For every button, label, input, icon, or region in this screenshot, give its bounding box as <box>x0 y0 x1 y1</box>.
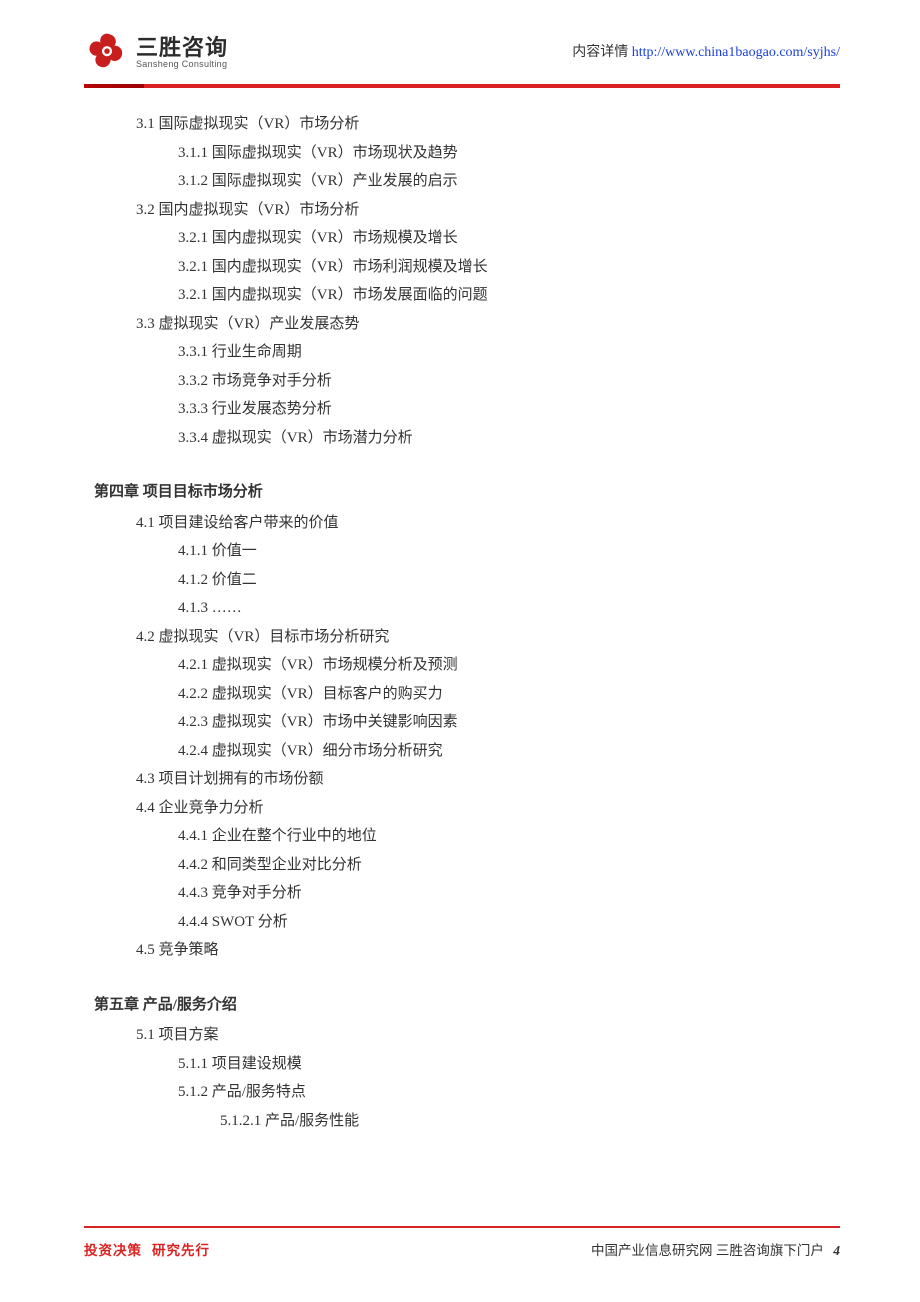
toc-entry: 4.2.1 虚拟现实（VR）市场规模分析及预测 <box>178 651 840 680</box>
toc-entry: 3.2.1 国内虚拟现实（VR）市场发展面临的问题 <box>178 281 840 310</box>
toc-entry: 4.2.3 虚拟现实（VR）市场中关键影响因素 <box>178 708 840 737</box>
toc-entry: 4.2 虚拟现实（VR）目标市场分析研究 <box>136 623 840 652</box>
toc-entry: 4.1.2 价值二 <box>178 566 840 595</box>
page-footer: 投资决策研究先行 中国产业信息研究网 三胜咨询旗下门户 4 <box>84 1226 840 1264</box>
toc-entry: 4.1.1 价值一 <box>178 537 840 566</box>
footer-slogan: 投资决策研究先行 <box>84 1238 210 1264</box>
chapter-heading: 第四章 项目目标市场分析 <box>94 478 840 507</box>
document-page: 三胜咨询 Sansheng Consulting 内容详情 http://www… <box>0 0 920 1302</box>
toc-entry: 4.4.3 竞争对手分析 <box>178 879 840 908</box>
toc-entry: 4.4.2 和同类型企业对比分析 <box>178 851 840 880</box>
toc-entry: 4.4.4 SWOT 分析 <box>178 908 840 937</box>
toc-entry: 4.3 项目计划拥有的市场份额 <box>136 765 840 794</box>
logo-name-cn: 三胜咨询 <box>136 36 228 60</box>
toc-entry: 3.2.1 国内虚拟现实（VR）市场规模及增长 <box>178 224 840 253</box>
footer-attribution: 中国产业信息研究网 三胜咨询旗下门户 4 <box>591 1238 840 1264</box>
footer-row: 投资决策研究先行 中国产业信息研究网 三胜咨询旗下门户 4 <box>84 1238 840 1264</box>
toc-entry: 3.2 国内虚拟现实（VR）市场分析 <box>136 196 840 225</box>
footer-divider <box>84 1226 840 1228</box>
toc-entry: 4.2.4 虚拟现实（VR）细分市场分析研究 <box>178 737 840 766</box>
logo-text: 三胜咨询 Sansheng Consulting <box>136 36 228 70</box>
chapter-heading: 第五章 产品/服务介绍 <box>94 991 840 1020</box>
toc-entry: 3.1 国际虚拟现实（VR）市场分析 <box>136 110 840 139</box>
toc-entry: 5.1.2 产品/服务特点 <box>178 1078 840 1107</box>
toc-entry: 3.2.1 国内虚拟现实（VR）市场利润规模及增长 <box>178 253 840 282</box>
page-number: 4 <box>833 1243 840 1258</box>
header-divider <box>84 84 840 88</box>
toc-entry: 3.3.2 市场竞争对手分析 <box>178 367 840 396</box>
toc-entry: 4.1.3 …… <box>178 594 840 623</box>
toc-entry: 5.1.2.1 产品/服务性能 <box>220 1107 840 1136</box>
toc-entry: 3.3 虚拟现实（VR）产业发展态势 <box>136 310 840 339</box>
toc-entry: 3.3.4 虚拟现实（VR）市场潜力分析 <box>178 424 840 453</box>
toc-entry: 5.1 项目方案 <box>136 1021 840 1050</box>
page-header: 三胜咨询 Sansheng Consulting 内容详情 http://www… <box>84 30 840 76</box>
logo-icon <box>84 30 130 76</box>
toc-entry: 3.3.3 行业发展态势分析 <box>178 395 840 424</box>
toc-entry: 4.4 企业竞争力分析 <box>136 794 840 823</box>
toc-entry: 3.1.1 国际虚拟现实（VR）市场现状及趋势 <box>178 139 840 168</box>
header-source-link: 内容详情 http://www.china1baogao.com/syjhs/ <box>572 40 840 67</box>
toc-entry: 5.1.1 项目建设规模 <box>178 1050 840 1079</box>
toc-entry: 3.3.1 行业生命周期 <box>178 338 840 367</box>
source-url[interactable]: http://www.china1baogao.com/syjhs/ <box>632 45 840 60</box>
table-of-contents: 3.1 国际虚拟现实（VR）市场分析3.1.1 国际虚拟现实（VR）市场现状及趋… <box>84 104 840 1135</box>
toc-entry: 4.4.1 企业在整个行业中的地位 <box>178 822 840 851</box>
footer-right-text: 中国产业信息研究网 三胜咨询旗下门户 <box>591 1243 824 1258</box>
slogan-b: 研究先行 <box>152 1243 210 1258</box>
toc-entry: 3.1.2 国际虚拟现实（VR）产业发展的启示 <box>178 167 840 196</box>
logo-name-en: Sansheng Consulting <box>136 60 228 70</box>
toc-entry: 4.5 竞争策略 <box>136 936 840 965</box>
brand-logo: 三胜咨询 Sansheng Consulting <box>84 30 228 76</box>
toc-entry: 4.2.2 虚拟现实（VR）目标客户的购买力 <box>178 680 840 709</box>
slogan-a: 投资决策 <box>84 1243 142 1258</box>
link-prefix: 内容详情 <box>572 45 632 60</box>
toc-entry: 4.1 项目建设给客户带来的价值 <box>136 509 840 538</box>
